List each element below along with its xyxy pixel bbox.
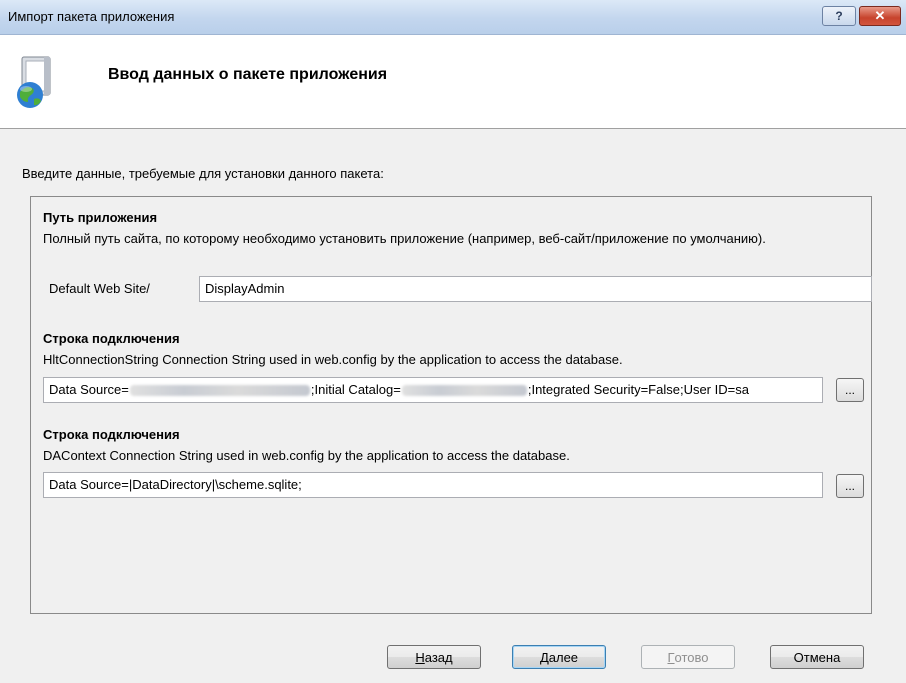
- package-globe-icon: [17, 56, 51, 108]
- wizard-title: Ввод данных о пакете приложения: [108, 66, 388, 83]
- conn1-part-1: Data Source=: [49, 382, 129, 397]
- next-accel: Д: [539, 649, 549, 665]
- back-label: азад: [424, 649, 453, 665]
- parameters-group: Путь приложения Полный путь сайта, по ко…: [30, 196, 872, 614]
- connection-string-1-input[interactable]: Data Source= ;Initial Catalog= ;Integrated…: [43, 377, 823, 403]
- close-icon: ✕: [874, 8, 886, 23]
- redacted-catalog: [401, 385, 527, 397]
- ellipsis-icon: ...: [844, 479, 855, 493]
- help-button[interactable]: ?: [822, 6, 856, 26]
- back-accel: Н: [415, 649, 425, 665]
- redacted-server: [129, 385, 310, 397]
- app-path-value: DisplayAdmin: [205, 281, 285, 296]
- connection-string-1-title: Строка подключения: [43, 331, 180, 346]
- app-path-input[interactable]: DisplayAdmin: [199, 276, 872, 302]
- conn2-value: Data Source=|DataDirectory|\scheme.sqlit…: [49, 477, 302, 492]
- connection-string-2-description: DAContext Connection String used in web.…: [43, 448, 570, 463]
- window-title: Импорт пакета приложения: [8, 9, 175, 24]
- app-path-description: Полный путь сайта, по которому необходим…: [43, 231, 766, 246]
- finish-label: отово: [674, 649, 709, 665]
- cancel-label: Отмена: [793, 649, 841, 665]
- title-bar: Импорт пакета приложения ? ✕: [0, 0, 906, 35]
- app-path-title: Путь приложения: [43, 210, 158, 225]
- connection-string-2-input[interactable]: Data Source=|DataDirectory|\scheme.sqlit…: [43, 472, 823, 498]
- next-button[interactable]: Далее: [512, 645, 606, 669]
- conn1-part-2: ;Initial Catalog=: [310, 382, 401, 397]
- back-button[interactable]: Назад: [387, 645, 481, 669]
- connection-string-1-description: HltConnectionString Connection String us…: [43, 352, 623, 367]
- app-path-prefix: Default Web Site/: [49, 281, 150, 296]
- help-icon: ?: [835, 9, 843, 23]
- finish-accel: Г: [667, 649, 675, 665]
- next-label: алее: [548, 649, 579, 665]
- browse-connection-2-button[interactable]: ...: [836, 474, 864, 498]
- ellipsis-icon: ...: [844, 383, 855, 397]
- close-button[interactable]: ✕: [859, 6, 901, 26]
- wizard-header: Ввод данных о пакете приложения: [0, 35, 906, 129]
- finish-button[interactable]: Готово: [641, 645, 735, 669]
- conn1-part-3: ;Integrated Security=False;User ID=sa: [527, 382, 749, 397]
- browse-connection-1-button[interactable]: ...: [836, 378, 864, 402]
- cancel-button[interactable]: Отмена: [770, 645, 864, 669]
- connection-string-2-title: Строка подключения: [43, 427, 180, 442]
- intro-text: Введите данные, требуемые для установки …: [22, 166, 384, 181]
